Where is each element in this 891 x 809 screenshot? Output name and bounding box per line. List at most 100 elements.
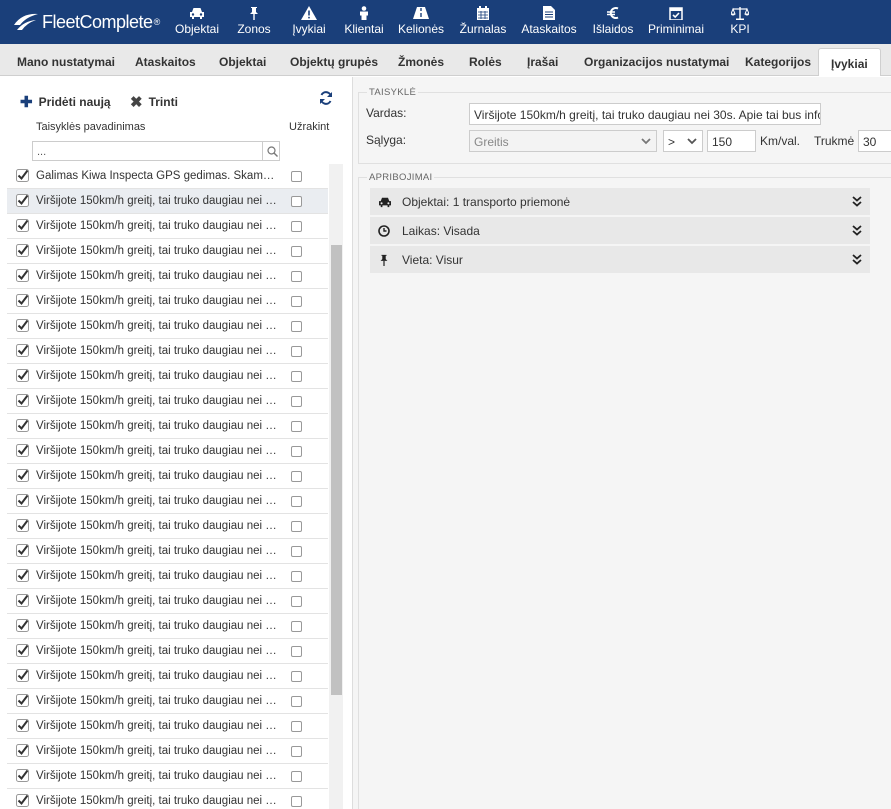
limit-place-accordion[interactable]: Vieta: Visur — [370, 246, 870, 274]
lock-checkbox[interactable] — [291, 796, 302, 807]
checkmark-icon[interactable] — [16, 444, 29, 457]
checkmark-icon[interactable] — [16, 594, 29, 607]
tab-objektai[interactable]: Objektai — [219, 55, 266, 69]
lock-checkbox[interactable] — [291, 196, 302, 207]
lock-checkbox[interactable] — [291, 271, 302, 282]
lock-checkbox[interactable] — [291, 771, 302, 782]
lock-checkbox[interactable] — [291, 221, 302, 232]
table-row[interactable]: Galimas Kiwa Inspecta GPS gedimas. Skamb… — [7, 164, 328, 189]
checkmark-icon[interactable] — [16, 669, 29, 682]
delete-rule-button[interactable]: ✖ Trinti — [130, 93, 178, 111]
rules-list-scrollbar-thumb[interactable] — [331, 245, 342, 695]
lock-checkbox[interactable] — [291, 521, 302, 532]
nav-zurnalas[interactable]: Žurnalas — [459, 4, 507, 42]
lock-checkbox[interactable] — [291, 546, 302, 557]
checkmark-icon[interactable] — [16, 294, 29, 307]
lock-checkbox[interactable] — [291, 496, 302, 507]
nav-objektai[interactable]: Objektai — [174, 4, 220, 42]
table-row[interactable]: Viršijote 150km/h greitį, tai truko daug… — [7, 789, 328, 809]
table-row[interactable]: Viršijote 150km/h greitį, tai truko daug… — [7, 614, 328, 639]
threshold-input[interactable]: 150 — [707, 130, 756, 152]
checkmark-icon[interactable] — [16, 269, 29, 282]
lock-checkbox[interactable] — [291, 646, 302, 657]
lock-checkbox[interactable] — [291, 396, 302, 407]
checkmark-icon[interactable] — [16, 194, 29, 207]
checkmark-icon[interactable] — [16, 619, 29, 632]
checkmark-icon[interactable] — [16, 369, 29, 382]
nav-kpi[interactable]: KPI — [727, 4, 753, 42]
tab-objektu-grupes[interactable]: Objektų grupės — [290, 55, 378, 69]
limit-time-accordion[interactable]: Laikas: Visada — [370, 217, 870, 245]
table-row[interactable]: Viršijote 150km/h greitį, tai truko daug… — [7, 214, 328, 239]
lock-checkbox[interactable] — [291, 571, 302, 582]
table-row[interactable]: Viršijote 150km/h greitį, tai truko daug… — [7, 314, 328, 339]
lock-checkbox[interactable] — [291, 296, 302, 307]
tab-ataskaitos[interactable]: Ataskaitos — [135, 55, 196, 69]
nav-keliones[interactable]: Kelionės — [397, 4, 445, 42]
table-row[interactable]: Viršijote 150km/h greitį, tai truko daug… — [7, 664, 328, 689]
checkmark-icon[interactable] — [16, 769, 29, 782]
table-row[interactable]: Viršijote 150km/h greitį, tai truko daug… — [7, 389, 328, 414]
lock-checkbox[interactable] — [291, 596, 302, 607]
lock-checkbox[interactable] — [291, 446, 302, 457]
lock-checkbox[interactable] — [291, 321, 302, 332]
lock-checkbox[interactable] — [291, 746, 302, 757]
table-row[interactable]: Viršijote 150km/h greitį, tai truko daug… — [7, 464, 328, 489]
operator-select[interactable]: > — [663, 130, 703, 152]
checkmark-icon[interactable] — [16, 569, 29, 582]
checkmark-icon[interactable] — [16, 319, 29, 332]
limit-objects-accordion[interactable]: Objektai: 1 transporto priemonė — [370, 188, 870, 216]
table-row[interactable]: Viršijote 150km/h greitį, tai truko daug… — [7, 564, 328, 589]
checkmark-icon[interactable] — [16, 694, 29, 707]
table-row[interactable]: Viršijote 150km/h greitį, tai truko daug… — [7, 189, 328, 214]
lock-checkbox[interactable] — [291, 696, 302, 707]
lock-checkbox[interactable] — [291, 346, 302, 357]
table-row[interactable]: Viršijote 150km/h greitį, tai truko daug… — [7, 714, 328, 739]
lock-checkbox[interactable] — [291, 671, 302, 682]
tab-ivykiai[interactable]: Įvykiai — [818, 48, 881, 76]
checkmark-icon[interactable] — [16, 394, 29, 407]
name-filter-input[interactable]: ... — [32, 141, 280, 161]
nav-ivykiai[interactable]: Įvykiai — [290, 4, 328, 42]
checkmark-icon[interactable] — [16, 719, 29, 732]
checkmark-icon[interactable] — [16, 644, 29, 657]
nav-klientai[interactable]: Klientai — [342, 4, 386, 42]
table-row[interactable]: Viršijote 150km/h greitį, tai truko daug… — [7, 739, 328, 764]
checkmark-icon[interactable] — [16, 794, 29, 807]
rule-name-input[interactable]: Viršijote 150km/h greitį, tai truko daug… — [469, 103, 821, 125]
tab-roles[interactable]: Rolės — [469, 55, 502, 69]
lock-checkbox[interactable] — [291, 421, 302, 432]
checkmark-icon[interactable] — [16, 744, 29, 757]
table-row[interactable]: Viršijote 150km/h greitį, tai truko daug… — [7, 339, 328, 364]
table-row[interactable]: Viršijote 150km/h greitį, tai truko daug… — [7, 489, 328, 514]
nav-islaidos[interactable]: Išlaidos — [591, 4, 635, 42]
add-rule-button[interactable]: ✚ Pridėti naują — [20, 93, 111, 111]
table-row[interactable]: Viršijote 150km/h greitį, tai truko daug… — [7, 289, 328, 314]
table-row[interactable]: Viršijote 150km/h greitį, tai truko daug… — [7, 639, 328, 664]
table-row[interactable]: Viršijote 150km/h greitį, tai truko daug… — [7, 264, 328, 289]
checkmark-icon[interactable] — [16, 494, 29, 507]
checkmark-icon[interactable] — [16, 344, 29, 357]
nav-ataskaitos[interactable]: Ataskaitos — [521, 4, 577, 42]
refresh-button[interactable] — [319, 91, 333, 108]
column-header-lock[interactable]: Užrakint — [289, 121, 329, 133]
checkmark-icon[interactable] — [16, 219, 29, 232]
column-header-name[interactable]: Taisyklės pavadinimas — [36, 121, 145, 133]
tab-irasai[interactable]: Įrašai — [527, 55, 558, 69]
checkmark-icon[interactable] — [16, 419, 29, 432]
condition-select[interactable]: Greitis — [469, 130, 657, 152]
table-row[interactable]: Viršijote 150km/h greitį, tai truko daug… — [7, 764, 328, 789]
checkmark-icon[interactable] — [16, 544, 29, 557]
lock-checkbox[interactable] — [291, 621, 302, 632]
checkmark-icon[interactable] — [16, 519, 29, 532]
nav-priminimai[interactable]: Priminimai — [647, 4, 705, 42]
lock-checkbox[interactable] — [291, 721, 302, 732]
lock-checkbox[interactable] — [291, 246, 302, 257]
table-row[interactable]: Viršijote 150km/h greitį, tai truko daug… — [7, 414, 328, 439]
lock-checkbox[interactable] — [291, 471, 302, 482]
table-row[interactable]: Viršijote 150km/h greitį, tai truko daug… — [7, 239, 328, 264]
lock-checkbox[interactable] — [291, 371, 302, 382]
tab-kategorijos[interactable]: Kategorijos — [745, 55, 811, 69]
filter-search-button[interactable] — [262, 141, 281, 161]
checkmark-icon[interactable] — [16, 244, 29, 257]
